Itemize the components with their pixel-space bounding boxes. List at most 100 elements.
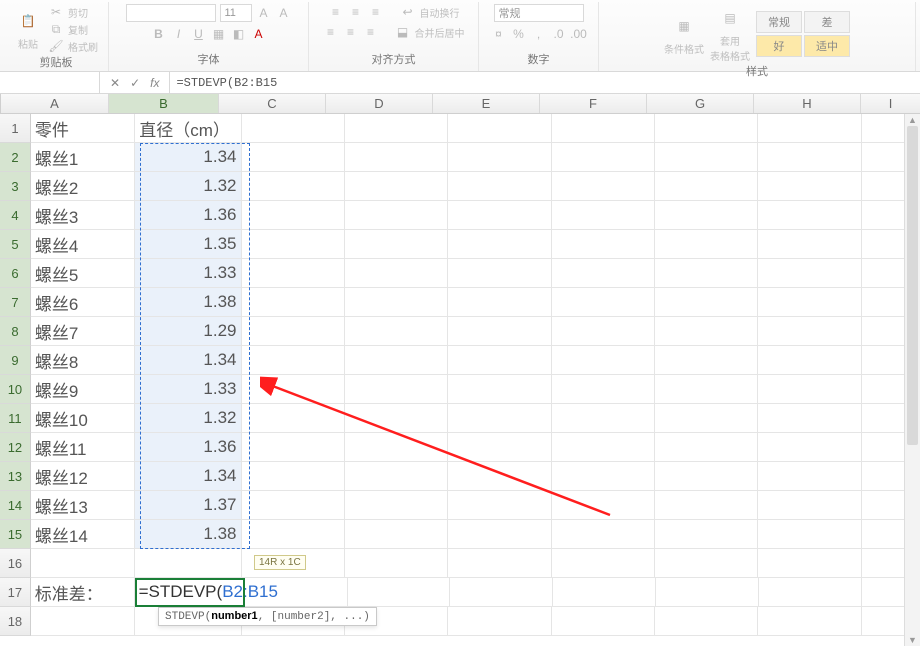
wrap-label[interactable]: 自动换行 — [420, 5, 460, 20]
border-button[interactable]: ▦ — [211, 26, 227, 42]
cell-F18[interactable] — [552, 607, 655, 636]
cell-D6[interactable] — [345, 259, 448, 288]
cell-F14[interactable] — [552, 491, 655, 520]
format-painter-button[interactable]: 🖌格式刷 — [48, 38, 98, 54]
fx-icon[interactable]: fx — [150, 76, 159, 90]
table-format-icon[interactable]: ▤ — [716, 4, 744, 32]
cell-D5[interactable] — [345, 230, 448, 259]
cell-G15[interactable] — [655, 520, 758, 549]
currency-icon[interactable]: ¤ — [491, 26, 507, 42]
col-header-E[interactable]: E — [433, 94, 540, 113]
cell-F16[interactable] — [552, 549, 655, 578]
scrollbar-thumb[interactable] — [907, 126, 918, 445]
cell-E15[interactable] — [448, 520, 551, 549]
row-header-2[interactable]: 2 — [0, 143, 31, 172]
cell-C8[interactable] — [242, 317, 345, 346]
cell-C14[interactable] — [242, 491, 345, 520]
cell-C12[interactable] — [242, 433, 345, 462]
cell-E8[interactable] — [448, 317, 551, 346]
cell-D8[interactable] — [345, 317, 448, 346]
row-header-15[interactable]: 15 — [0, 520, 31, 549]
cell-F3[interactable] — [552, 172, 655, 201]
cell-D12[interactable] — [345, 433, 448, 462]
underline-button[interactable]: U — [191, 26, 207, 42]
cell-B16[interactable] — [135, 549, 241, 578]
cell-B6[interactable]: 1.33 — [135, 259, 241, 288]
cell-C1[interactable] — [242, 114, 345, 143]
row-header-11[interactable]: 11 — [0, 404, 31, 433]
cell-C15[interactable] — [242, 520, 345, 549]
cell-H12[interactable] — [758, 433, 861, 462]
table-format-label[interactable]: 套用 表格格式 — [710, 33, 750, 63]
cell-B10[interactable]: 1.33 — [135, 375, 241, 404]
cell-C3[interactable] — [242, 172, 345, 201]
font-family-select[interactable] — [126, 4, 216, 22]
font-size-select[interactable]: 11 — [220, 4, 252, 22]
cell-A1[interactable]: 零件 — [31, 114, 135, 143]
cell-F7[interactable] — [552, 288, 655, 317]
cell-H15[interactable] — [758, 520, 861, 549]
cell-G4[interactable] — [655, 201, 758, 230]
spreadsheet-grid[interactable]: 1零件直径（cm）2螺丝11.343螺丝21.324螺丝31.365螺丝41.3… — [0, 114, 920, 636]
paste-icon[interactable]: 📋 — [14, 7, 42, 35]
row-header-14[interactable]: 14 — [0, 491, 31, 520]
align-middle-icon[interactable]: ≡ — [348, 4, 364, 20]
cond-format-label[interactable]: 条件格式 — [664, 41, 704, 56]
cell-G14[interactable] — [655, 491, 758, 520]
cell-D2[interactable] — [345, 143, 448, 172]
cell-A8[interactable]: 螺丝7 — [31, 317, 135, 346]
inc-decimal-icon[interactable]: .0 — [551, 26, 567, 42]
cell-B7[interactable]: 1.38 — [135, 288, 241, 317]
cell-G2[interactable] — [655, 143, 758, 172]
cell-H10[interactable] — [758, 375, 861, 404]
col-header-A[interactable]: A — [1, 94, 109, 113]
cell-B14[interactable]: 1.37 — [135, 491, 241, 520]
cell-G11[interactable] — [655, 404, 758, 433]
copy-button[interactable]: ⧉复制 — [48, 21, 98, 37]
cell-F2[interactable] — [552, 143, 655, 172]
cell-D11[interactable] — [345, 404, 448, 433]
cell-A17[interactable]: 标准差： — [31, 578, 135, 607]
cell-F17[interactable] — [553, 578, 656, 607]
cell-G7[interactable] — [655, 288, 758, 317]
cell-F10[interactable] — [552, 375, 655, 404]
cell-C13[interactable] — [242, 462, 345, 491]
cell-F12[interactable] — [552, 433, 655, 462]
row-header-9[interactable]: 9 — [0, 346, 31, 375]
cell-F5[interactable] — [552, 230, 655, 259]
row-header-3[interactable]: 3 — [0, 172, 31, 201]
cell-H4[interactable] — [758, 201, 861, 230]
dec-decimal-icon[interactable]: .00 — [571, 26, 587, 42]
fill-color-button[interactable]: ◧ — [231, 26, 247, 42]
cell-A4[interactable]: 螺丝3 — [31, 201, 135, 230]
cell-A16[interactable] — [31, 549, 135, 578]
cell-E18[interactable] — [448, 607, 551, 636]
row-header-10[interactable]: 10 — [0, 375, 31, 404]
cell-D15[interactable] — [345, 520, 448, 549]
row-header-18[interactable]: 18 — [0, 607, 31, 636]
cell-G13[interactable] — [655, 462, 758, 491]
cell-E11[interactable] — [448, 404, 551, 433]
cell-G9[interactable] — [655, 346, 758, 375]
merge-icon[interactable]: ⬓ — [395, 24, 411, 40]
cell-D13[interactable] — [345, 462, 448, 491]
cell-C5[interactable] — [242, 230, 345, 259]
align-right-icon[interactable]: ≡ — [363, 24, 379, 40]
style-bad[interactable]: 差 — [804, 11, 850, 33]
cell-E17[interactable] — [450, 578, 553, 607]
cut-button[interactable]: ✂剪切 — [48, 4, 98, 20]
row-header-16[interactable]: 16 — [0, 549, 31, 578]
cell-E7[interactable] — [448, 288, 551, 317]
cell-E10[interactable] — [448, 375, 551, 404]
cell-F1[interactable] — [552, 114, 655, 143]
cell-G10[interactable] — [655, 375, 758, 404]
cell-H8[interactable] — [758, 317, 861, 346]
cell-A5[interactable]: 螺丝4 — [31, 230, 135, 259]
cell-H7[interactable] — [758, 288, 861, 317]
col-header-D[interactable]: D — [326, 94, 433, 113]
col-header-I[interactable]: I — [861, 94, 920, 113]
col-header-C[interactable]: C — [219, 94, 326, 113]
cell-E1[interactable] — [448, 114, 551, 143]
increase-font-icon[interactable]: A — [256, 5, 272, 21]
cell-G16[interactable] — [655, 549, 758, 578]
